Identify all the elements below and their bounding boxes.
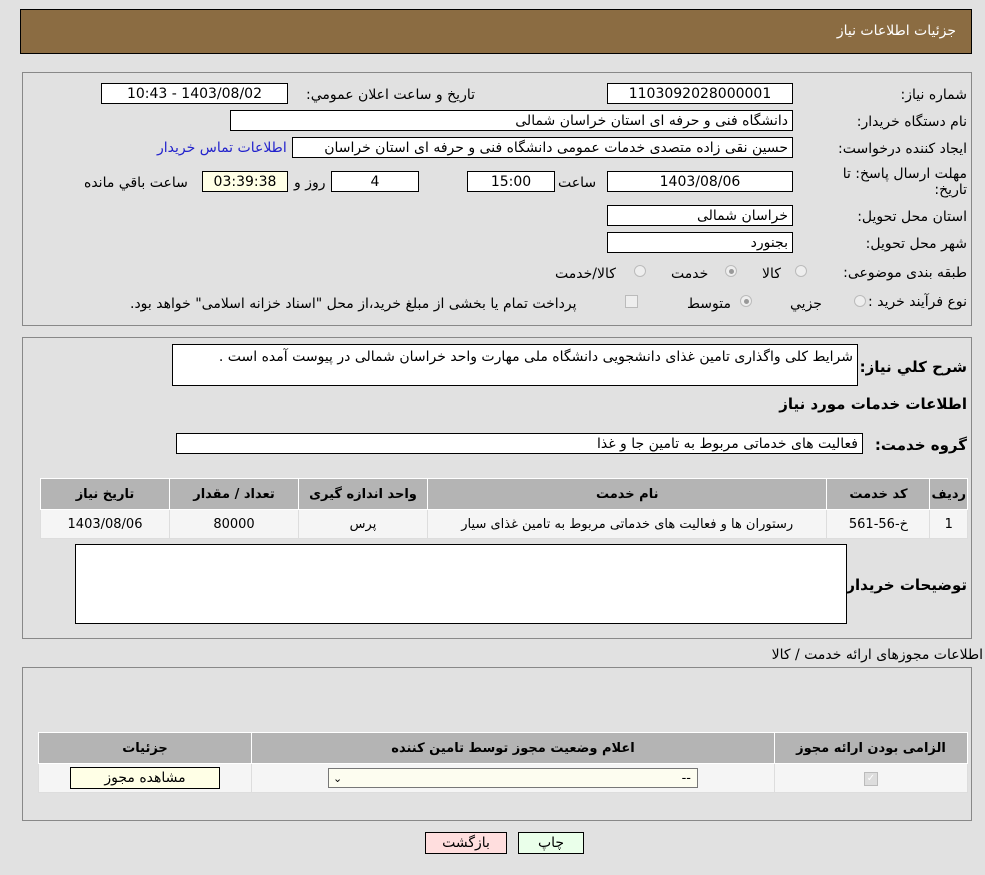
services-table: ردیف کد خدمت نام خدمت واحد اندازه گیری ت…: [40, 478, 968, 539]
category-option-both: کالا/خدمت: [555, 266, 616, 282]
category-radio-service[interactable]: [725, 265, 737, 277]
column-header: اعلام وضعیت مجوز توسط تامین کننده: [251, 732, 775, 764]
table-row: ✓ -- ⌄ مشاهده مجوز: [38, 763, 968, 793]
process-option-minor: جزيي: [790, 296, 822, 312]
announce-field: 1403/08/02 - 10:43: [101, 83, 288, 104]
permits-table: الزامی بودن ارائه مجوز اعلام وضعیت مجوز …: [38, 732, 968, 793]
permit-status-select[interactable]: -- ⌄: [328, 768, 698, 788]
description-textarea[interactable]: شرایط کلی واگذاری تامین غذای دانشجویی دا…: [172, 344, 858, 386]
province-label: استان محل تحویل:: [857, 209, 967, 225]
city-label: شهر محل تحویل:: [865, 236, 967, 252]
announce-label: تاریخ و ساعت اعلان عمومي:: [306, 87, 475, 103]
page-title: جزئیات اطلاعات نیاز: [836, 23, 956, 39]
category-radio-both[interactable]: [634, 265, 646, 277]
column-header: ردیف: [929, 478, 968, 510]
time-label: ساعت: [558, 175, 597, 191]
service-group-field: فعالیت های خدماتی مربوط به تامین جا و غذ…: [176, 433, 863, 454]
print-button[interactable]: چاپ: [518, 832, 584, 854]
column-header: تاریخ نیاز: [40, 478, 170, 510]
table-header-row: الزامی بودن ارائه مجوز اعلام وضعیت مجوز …: [38, 732, 968, 764]
column-header: جزئیات: [38, 732, 252, 764]
cell-service-name: رستوران ها و فعالیت های خدماتی مربوط به …: [426, 509, 828, 539]
process-radio-minor[interactable]: [854, 295, 866, 307]
buyer-label: نام دستگاه خریدار:: [856, 114, 967, 130]
days-field: 4: [331, 171, 419, 192]
remaining-time-field: 03:39:38: [202, 171, 288, 192]
process-radio-medium[interactable]: [740, 295, 752, 307]
payment-checkbox[interactable]: [625, 295, 638, 308]
category-option-service: خدمت: [671, 266, 709, 282]
page-header: جزئیات اطلاعات نیاز: [20, 9, 972, 54]
category-option-goods: کالا: [762, 266, 781, 282]
process-label: نوع فرآیند خرید :: [868, 294, 967, 310]
cell-date: 1403/08/06: [40, 509, 170, 539]
column-header: کد خدمت: [826, 478, 931, 510]
creator-label: ایجاد کننده درخواست:: [838, 141, 967, 157]
permit-status-value: --: [681, 771, 691, 786]
cell-required: ✓: [774, 763, 968, 793]
city-field: بجنورد: [607, 232, 793, 253]
need-number-label: شماره نیاز:: [900, 87, 968, 103]
deadline-date-field: 1403/08/06: [607, 171, 793, 192]
need-number-field: 1103092028000001: [607, 83, 793, 104]
province-field: خراسان شمالی: [607, 205, 793, 226]
days-label: روز و: [294, 175, 326, 191]
table-row: 1 خ-56-561 رستوران ها و فعالیت های خدمات…: [40, 509, 968, 539]
column-header: واحد اندازه گیری: [298, 478, 428, 510]
deadline-time-field: 15:00: [467, 171, 555, 192]
creator-field: حسین نقی زاده متصدی خدمات عمومی دانشگاه …: [292, 137, 793, 158]
category-label: طبقه بندی موضوعی:: [843, 265, 967, 281]
column-header: نام خدمت: [426, 478, 828, 510]
table-header-row: ردیف کد خدمت نام خدمت واحد اندازه گیری ت…: [40, 478, 968, 510]
required-checkbox[interactable]: ✓: [864, 772, 878, 786]
column-header: تعداد / مقدار: [169, 478, 299, 510]
cell-row-number: 1: [929, 509, 968, 539]
cell-unit: پرس: [298, 509, 428, 539]
permits-title: اطلاعات مجوزهای ارائه خدمت / کالا: [771, 647, 983, 663]
process-option-medium: متوسط: [687, 296, 731, 312]
buyer-field: دانشگاه فنی و حرفه ای استان خراسان شمالی: [230, 110, 793, 131]
buyer-notes-label: توضیحات خریدار:: [840, 576, 967, 594]
services-title: اطلاعات خدمات مورد نیاز: [779, 395, 967, 413]
column-header: الزامی بودن ارائه مجوز: [774, 732, 968, 764]
cell-details: مشاهده مجوز: [38, 763, 252, 793]
cell-status: -- ⌄: [251, 763, 775, 793]
back-button[interactable]: بازگشت: [425, 832, 507, 854]
buyer-notes-textarea[interactable]: [75, 544, 847, 624]
cell-service-code: خ-56-561: [826, 509, 931, 539]
remaining-label: ساعت باقي مانده: [84, 175, 188, 191]
description-label: شرح کلي نياز:: [859, 358, 967, 376]
payment-note: پرداخت تمام یا بخشی از مبلغ خرید،از محل …: [130, 296, 577, 312]
category-radio-goods[interactable]: [795, 265, 807, 277]
buyer-contact-link[interactable]: اطلاعات تماس خریدار: [157, 140, 287, 156]
cell-quantity: 80000: [169, 509, 299, 539]
chevron-down-icon: ⌄: [333, 772, 343, 785]
view-permit-button[interactable]: مشاهده مجوز: [70, 767, 220, 789]
deadline-label: مهلت ارسال پاسخ: تا تاریخ:: [842, 166, 967, 198]
service-group-label: گروه خدمت:: [874, 436, 967, 454]
